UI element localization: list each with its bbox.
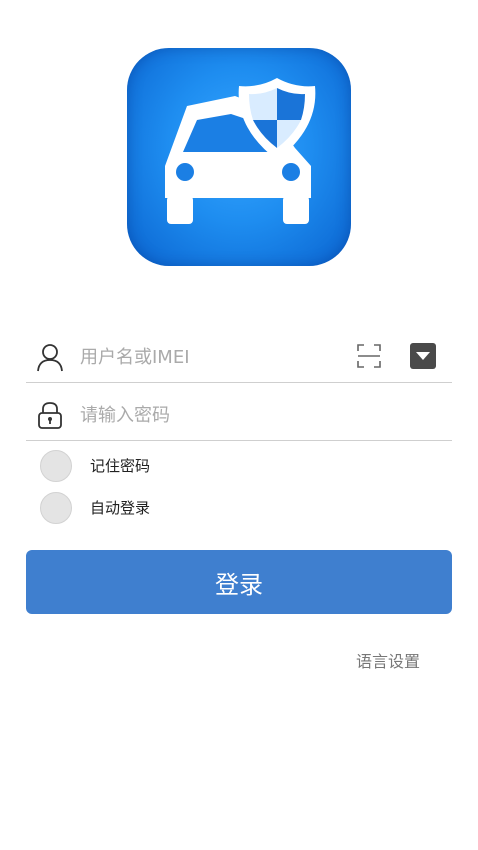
auto-login-radio[interactable] <box>40 492 72 524</box>
remember-password-label: 记住密码 <box>90 457 151 475</box>
user-icon <box>36 342 64 372</box>
lock-icon <box>36 400 64 430</box>
username-field-row <box>26 330 452 383</box>
account-dropdown-button[interactable] <box>410 343 436 369</box>
password-field-row <box>26 388 452 441</box>
username-input[interactable] <box>78 340 352 374</box>
login-button[interactable]: 登录 <box>26 550 452 614</box>
auto-login-label: 自动登录 <box>90 499 151 517</box>
chevron-down-icon <box>416 352 430 360</box>
password-input[interactable] <box>78 398 352 432</box>
app-logo-car-shield-icon <box>127 48 351 266</box>
remember-password-radio[interactable] <box>40 450 72 482</box>
scan-qr-icon[interactable] <box>356 343 382 369</box>
language-settings-link[interactable]: 语言设置 <box>356 648 420 672</box>
